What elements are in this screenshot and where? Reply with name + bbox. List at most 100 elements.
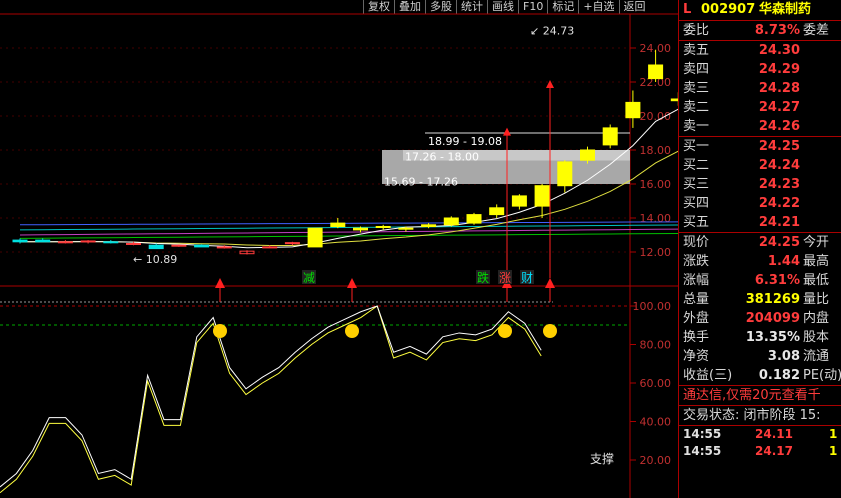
quote-row: 外盘 204099 内盘 xyxy=(679,309,841,328)
smiley-icon xyxy=(498,324,512,338)
bid-row-label: 买一 xyxy=(683,139,710,154)
tick-price: 24.11 xyxy=(755,427,793,441)
ma-cyan xyxy=(19,224,678,231)
trade-status: 交易状态: 闭市阶段 15: xyxy=(679,405,841,425)
quote-row-label: 换手 xyxy=(683,330,710,345)
high-label: ↙ 24.73 xyxy=(530,25,574,38)
ask-row-label: 卖四 xyxy=(683,62,710,77)
ask-row-label: 卖二 xyxy=(683,100,710,115)
ad-banner[interactable]: 通达信,仅需20元查看千 xyxy=(679,385,841,405)
candle-body xyxy=(602,127,618,146)
price-tick-label: 18.00 xyxy=(640,144,672,157)
bid-row: 买二 24.24 xyxy=(679,156,841,175)
osc-tick-label: 20.00 xyxy=(640,454,672,467)
candle-body xyxy=(375,226,391,228)
ad-text: 通达信,仅需20元查看千 xyxy=(683,388,821,403)
quote-row-label: 净资 xyxy=(683,349,710,364)
bid-row: 买四 24.22 xyxy=(679,194,841,213)
quote-row: 涨幅 6.31% 最低 xyxy=(679,271,841,290)
candle-body xyxy=(443,217,459,226)
signal-arrow xyxy=(347,278,357,288)
osc-tick-label: 60.00 xyxy=(640,377,672,390)
bid-row-label: 买四 xyxy=(683,196,710,211)
osc-tick-label: 40.00 xyxy=(640,416,672,429)
signal-arrow xyxy=(215,278,225,288)
candle-body xyxy=(12,239,28,243)
price-tick-label: 20.00 xyxy=(640,110,672,123)
ma-blue xyxy=(19,221,678,226)
candle-body xyxy=(307,227,323,248)
ask-row-value: 24.30 xyxy=(758,43,800,58)
quote-row: 涨跌 1.44 最高 xyxy=(679,252,841,271)
candle-body xyxy=(216,246,232,249)
quote-row-label: 外盘 xyxy=(683,311,710,326)
quote-row: 现价 24.25 今开 xyxy=(679,233,841,252)
ask-row-label: 卖一 xyxy=(683,119,710,134)
candle-body xyxy=(330,222,346,228)
smiley-icon xyxy=(543,324,557,338)
candle-body xyxy=(625,101,641,119)
quote-row-label: 涨跌 xyxy=(683,254,710,269)
candle-body xyxy=(534,185,550,207)
quote-row-label2: 最低 xyxy=(803,273,830,288)
quote-row-label: 现价 xyxy=(683,235,710,250)
smiley-icon xyxy=(213,324,227,338)
bid-row: 买一 24.25 xyxy=(679,137,841,156)
stock-name: 华森制药 xyxy=(759,2,812,17)
quote-stats: 现价 24.25 今开 涨跌 1.44 最高 涨幅 6.31% 最低 总量 381269 量比外盘 20… xyxy=(679,232,841,385)
bid-row-value: 24.24 xyxy=(758,158,800,173)
quote-row-label: 收益(三) xyxy=(683,368,733,383)
quote-row-label2: PE(动) xyxy=(803,368,841,383)
osc-tick-label: 80.00 xyxy=(640,339,672,352)
weibi-label: 委比 xyxy=(683,23,710,38)
ask-row-value: 24.27 xyxy=(758,100,800,115)
ask-row: 卖四 24.29 xyxy=(679,60,841,79)
signal-arrow xyxy=(545,278,555,288)
candle-body xyxy=(126,243,141,245)
candle-body xyxy=(353,227,368,231)
quote-row: 换手 13.35% 股本 xyxy=(679,328,841,347)
quote-row-value: 3.08 xyxy=(767,349,800,364)
bid-book: 买一 24.25 买二 24.24 买三 24.23 买四 24.22 买五 24.21 xyxy=(679,136,841,232)
bid-row-value: 24.25 xyxy=(758,139,800,154)
quote-row-label2: 最高 xyxy=(803,254,830,269)
candle-body xyxy=(262,246,278,249)
tick-row: 14:55 24.11 1 xyxy=(679,426,841,443)
candle-body xyxy=(194,244,210,248)
bid-row-label: 买二 xyxy=(683,158,710,173)
price-tick-label: 16.00 xyxy=(640,178,672,191)
osc-line-white xyxy=(0,305,542,488)
zone-label: 17.26 - 18.00 xyxy=(405,151,479,164)
candle-body xyxy=(648,64,664,80)
stock-flag: L xyxy=(683,2,692,17)
candle-body xyxy=(284,242,300,245)
tick-vol: 1 xyxy=(829,427,838,441)
osc-tick-label: 100.00 xyxy=(633,300,672,313)
bid-row-label: 买三 xyxy=(683,177,710,192)
kline-chart[interactable]: 12.0014.0016.0018.0020.0022.0024.0020.00… xyxy=(0,0,678,498)
stock-code: 002907 xyxy=(701,2,756,17)
quote-row-label2: 量比 xyxy=(803,292,830,307)
ask-row: 卖五 24.30 xyxy=(679,41,841,60)
price-tick-label: 12.00 xyxy=(640,246,672,259)
tick-vol: 1 xyxy=(829,444,838,458)
bid-row-value: 24.21 xyxy=(758,215,800,230)
quote-row: 总量 381269 量比 xyxy=(679,290,841,309)
zone-label: 18.99 - 19.08 xyxy=(428,135,502,148)
quote-row-value: 13.35% xyxy=(745,330,800,345)
ask-row-value: 24.26 xyxy=(758,119,800,134)
quote-row-label: 涨幅 xyxy=(683,273,710,288)
ask-row-label: 卖五 xyxy=(683,43,710,58)
low-label: ← 10.89 xyxy=(133,253,177,266)
ask-row: 卖一 24.26 xyxy=(679,117,841,136)
osc-line-yellow xyxy=(0,305,542,494)
quote-row-value: 204099 xyxy=(745,311,800,326)
signal-label: 涨 xyxy=(499,270,511,285)
candle-body xyxy=(35,239,51,243)
trade-status-text: 交易状态: 闭市阶段 15: xyxy=(683,408,821,423)
price-tick-label: 14.00 xyxy=(640,212,672,225)
weicha-label: 委差 xyxy=(803,23,830,38)
ask-row-label: 卖三 xyxy=(683,81,710,96)
candle-body xyxy=(103,241,119,244)
candle-body xyxy=(398,227,414,230)
